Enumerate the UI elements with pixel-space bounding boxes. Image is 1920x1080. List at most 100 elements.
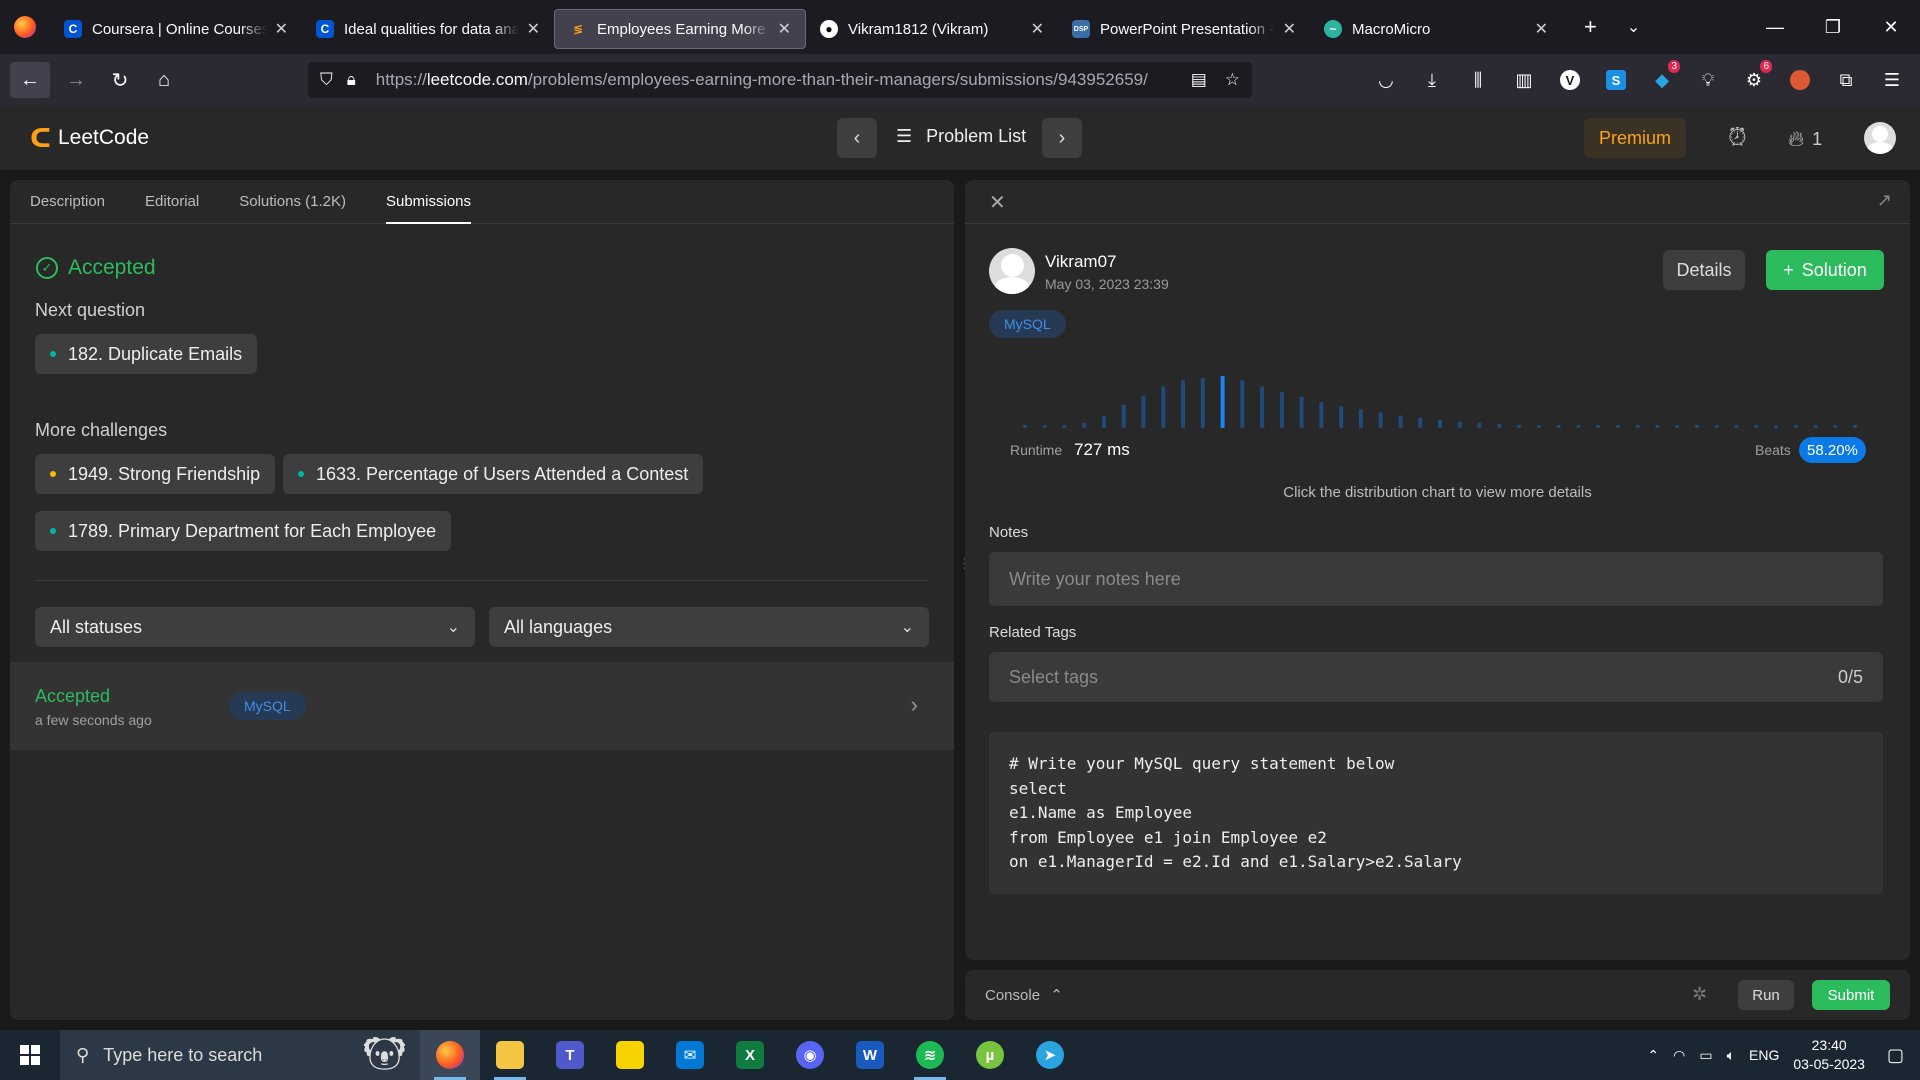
taskbar-discord[interactable]: ◉	[780, 1030, 840, 1080]
distribution-bar[interactable]	[1102, 415, 1106, 429]
lock-icon[interactable]: 🔒︎	[347, 70, 356, 90]
distribution-bar[interactable]	[1635, 425, 1640, 428]
distribution-bar[interactable]	[1339, 406, 1344, 428]
sidebar-icon[interactable]: ▥	[1512, 68, 1536, 92]
minimize-icon[interactable]: —	[1746, 0, 1804, 54]
chevron-up-icon[interactable]: ⌃	[1647, 1047, 1659, 1064]
browser-tab-leetcode[interactable]: ≶ Employees Earning More Than Their Mana…	[554, 9, 806, 49]
address-bar[interactable]: ⛉ 🔒︎ https://leetcode.com/problems/emplo…	[308, 62, 1252, 98]
distribution-bar[interactable]	[1319, 402, 1324, 428]
distribution-bar[interactable]	[1457, 421, 1462, 428]
distribution-bar[interactable]	[1714, 425, 1719, 428]
distribution-bar[interactable]	[1398, 415, 1403, 429]
distribution-bar[interactable]	[1279, 391, 1284, 428]
close-icon[interactable]: ✕	[989, 190, 1006, 215]
distribution-bar[interactable]	[1358, 409, 1363, 428]
lightbulb-icon[interactable]: 💡︎	[1696, 68, 1720, 92]
close-icon[interactable]: ✕	[1283, 19, 1296, 39]
home-button[interactable]: ⌂	[146, 62, 182, 98]
challenge-chip[interactable]: 1633. Percentage of Users Attended a Con…	[283, 454, 704, 494]
challenge-chip[interactable]: 1789. Primary Department for Each Employ…	[35, 511, 452, 551]
speaker-icon[interactable]: 🔈︎	[1727, 1047, 1735, 1064]
alarm-clock-icon[interactable]: ⏰︎	[1728, 124, 1747, 152]
reader-view-icon[interactable]: ▤	[1191, 70, 1207, 90]
taskbar-utorrent[interactable]: µ	[960, 1030, 1020, 1080]
distribution-bar[interactable]	[1240, 380, 1245, 428]
taskbar-search[interactable]: ⚲ Type here to search 🐨︎	[60, 1030, 420, 1080]
distribution-bar[interactable]	[1378, 412, 1383, 428]
run-button[interactable]: Run	[1738, 980, 1794, 1010]
challenge-chip[interactable]: 1949. Strong Friendship	[35, 454, 276, 494]
taskbar-mail[interactable]: ✉	[660, 1030, 720, 1080]
problem-list-button[interactable]: ☰ Problem List	[896, 126, 1026, 147]
close-icon[interactable]: ✕	[778, 19, 791, 39]
add-solution-button[interactable]: + Solution	[1766, 250, 1884, 290]
status-filter-select[interactable]: All statuses ⌄	[35, 607, 475, 647]
language-filter-select[interactable]: All languages ⌄	[489, 607, 929, 647]
distribution-bar[interactable]	[1576, 425, 1581, 428]
distribution-bar[interactable]	[1774, 425, 1778, 428]
distribution-bar[interactable]	[1141, 395, 1146, 428]
taskbar-firefox[interactable]	[420, 1030, 480, 1080]
distribution-bar[interactable]	[1615, 425, 1620, 428]
windows-start-button[interactable]	[0, 1030, 60, 1080]
console-toggle[interactable]: Console ⌃	[985, 986, 1063, 1004]
close-icon[interactable]: ✕	[1031, 19, 1044, 39]
taskbar-sticky-notes[interactable]	[600, 1030, 660, 1080]
distribution-bar[interactable]	[1497, 423, 1502, 428]
avatar[interactable]	[1864, 122, 1896, 154]
distribution-bar[interactable]	[1260, 386, 1265, 428]
notes-input[interactable]	[989, 552, 1883, 606]
close-icon[interactable]: ✕	[527, 19, 540, 39]
distribution-bar[interactable]	[1022, 425, 1027, 428]
taskbar-spotify[interactable]: ≋	[900, 1030, 960, 1080]
browser-tab-github[interactable]: ● Vikram1812 (Vikram) ✕	[806, 9, 1058, 49]
s-extension-icon[interactable]: S	[1604, 68, 1628, 92]
v-extension-icon[interactable]: V	[1558, 68, 1582, 92]
input-language[interactable]: ENG	[1749, 1047, 1779, 1063]
distribution-bar[interactable]	[1675, 425, 1680, 428]
distribution-bar[interactable]	[1477, 422, 1482, 428]
distribution-bar[interactable]	[1161, 386, 1166, 428]
debug-icon[interactable]: ✲	[1692, 984, 1707, 1005]
tags-select[interactable]: Select tags 0/5	[989, 652, 1883, 702]
taskbar-word[interactable]: W	[840, 1030, 900, 1080]
distribution-bar[interactable]	[1833, 425, 1838, 428]
url-text[interactable]: https://leetcode.com/problems/employees-…	[376, 70, 1191, 90]
reload-button[interactable]: ↻	[102, 62, 138, 98]
new-tab-icon[interactable]: +	[1584, 14, 1597, 40]
distribution-bar[interactable]	[1695, 425, 1699, 428]
distribution-bar[interactable]	[1181, 380, 1185, 428]
distribution-bar-current[interactable]	[1220, 376, 1225, 428]
distribution-bar[interactable]	[1754, 425, 1759, 428]
runtime-distribution-chart[interactable]	[1015, 360, 1865, 440]
browser-tab-macromicro[interactable]: ~ MacroMicro ✕	[1310, 9, 1562, 49]
distribution-bar[interactable]	[1596, 425, 1601, 428]
distribution-bar[interactable]	[1734, 425, 1739, 428]
premium-button[interactable]: Premium	[1584, 118, 1686, 158]
browser-tab-ideal-qualities[interactable]: C Ideal qualities for data analysts ✕	[302, 9, 554, 49]
forward-button[interactable]: →	[58, 62, 94, 98]
next-question-chip[interactable]: 182. Duplicate Emails	[35, 334, 258, 374]
pocket-icon[interactable]: ◡	[1374, 68, 1398, 92]
close-window-icon[interactable]: ✕	[1862, 0, 1920, 54]
close-icon[interactable]: ✕	[1535, 19, 1548, 39]
clock[interactable]: 23:40 03-05-2023	[1793, 1036, 1865, 1074]
distribution-bar[interactable]	[1655, 425, 1660, 428]
extension-badge-icon[interactable]: ◆ 3	[1650, 60, 1680, 92]
distribution-bar[interactable]	[1536, 425, 1541, 428]
distribution-bar[interactable]	[1418, 417, 1423, 428]
distribution-bar[interactable]	[1853, 425, 1858, 428]
restore-icon[interactable]: ❐	[1804, 0, 1862, 54]
library-icon[interactable]: ⫼	[1466, 68, 1490, 92]
browser-tab-powerpoint[interactable]: DSP PowerPoint Presentation - new ✕	[1058, 9, 1310, 49]
distribution-bar[interactable]	[1813, 425, 1818, 428]
distribution-bar[interactable]	[1793, 425, 1798, 428]
shield-icon[interactable]: ⛉	[320, 70, 333, 90]
download-icon[interactable]: ⤓	[1420, 68, 1444, 92]
tab-description[interactable]: Description	[30, 180, 105, 224]
distribution-bar[interactable]	[1082, 422, 1087, 428]
battery-icon[interactable]: ▭	[1699, 1047, 1712, 1064]
distribution-bar[interactable]	[1517, 424, 1522, 428]
bookmark-star-icon[interactable]: ☆	[1225, 70, 1240, 90]
